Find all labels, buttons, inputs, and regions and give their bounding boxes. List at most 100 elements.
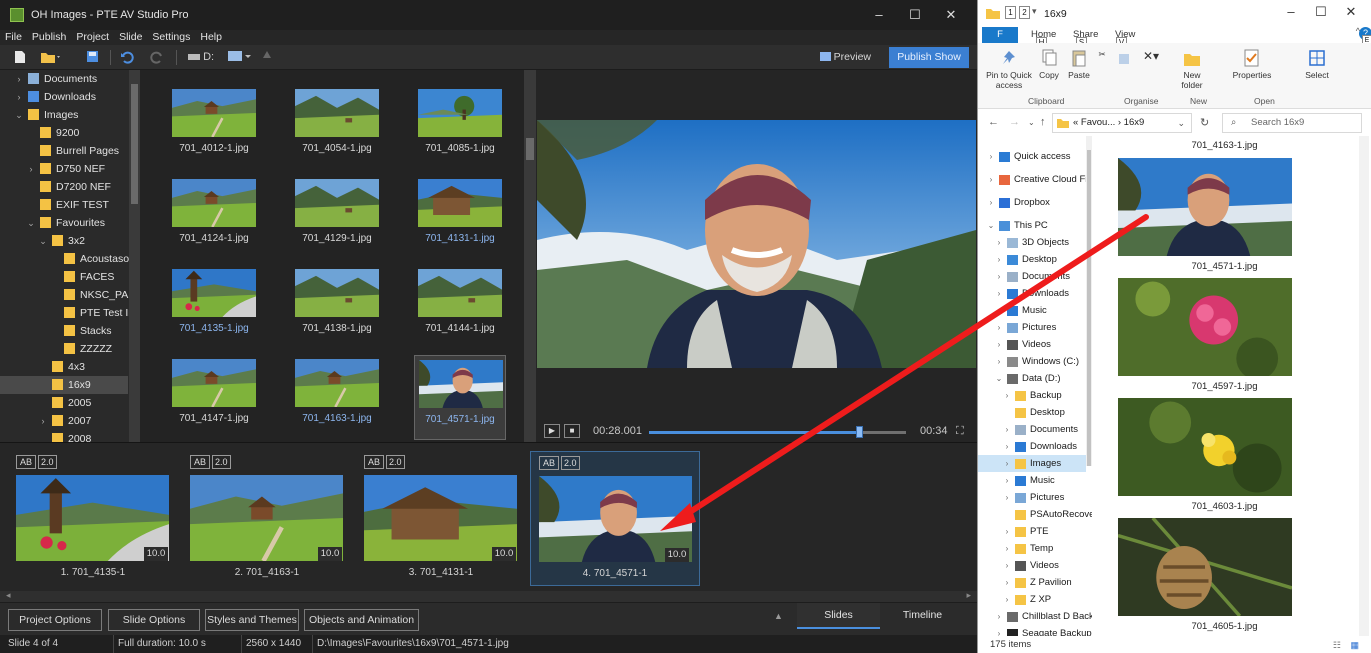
nav-expand-icon[interactable]: › [994,234,1004,251]
nav-item[interactable]: › Quick access [978,148,1086,165]
file-item-thumbnail[interactable] [1118,158,1292,256]
nav-expand-icon[interactable]: › [1002,591,1012,608]
seek-handle[interactable] [855,426,863,438]
slide-item[interactable]: AB 2.0 10.0 4. 701_4571-1 [530,451,700,586]
nav-item[interactable]: › Videos [978,336,1086,353]
thumbnails-scrollbar[interactable] [524,70,536,442]
qat-keytip-1[interactable]: 1 [1005,6,1016,19]
cut-icon[interactable]: ✂ [1094,49,1110,59]
tree-item[interactable]: Burrell Pages [0,142,128,160]
nav-expand-icon[interactable]: › [994,353,1004,370]
menu-file[interactable]: File [0,30,27,45]
close-button[interactable]: ✕ [933,0,969,30]
nav-item[interactable]: › Downloads [978,438,1086,455]
file-item-name[interactable]: 701_4605-1.jpg [1092,621,1357,632]
tree-item[interactable]: › 2007 [0,412,128,430]
nav-expand-icon[interactable]: › [1002,523,1012,540]
nav-item[interactable]: › Documents [978,421,1086,438]
save-icon[interactable] [86,50,99,65]
explorer-minimize-button[interactable]: – [1276,4,1306,20]
nav-item[interactable]: ⌄ This PC [978,217,1086,234]
menu-slide[interactable]: Slide [114,30,147,45]
delete-icon[interactable]: ✕▾ [1142,50,1160,62]
tree-item[interactable]: Stacks [0,322,128,340]
nav-expand-icon[interactable]: › [1002,489,1012,506]
nav-item[interactable]: › PTE [978,523,1086,540]
thumbnail-item[interactable]: 701_4085-1.jpg [414,85,506,170]
nav-expand-icon[interactable]: › [1002,557,1012,574]
nav-expand-icon[interactable]: › [994,302,1004,319]
qat-keytip-2[interactable]: 2 [1019,6,1030,19]
tree-expand-icon[interactable]: › [14,88,24,106]
slide-duration[interactable]: 10.0 [318,547,342,561]
tree-item[interactable]: Acoustasonic [0,250,140,268]
copy-button[interactable]: Copy [1036,49,1062,80]
nav-item[interactable]: ⌄ Data (D:) [978,370,1086,387]
slide-options-button[interactable]: Slide Options [108,609,200,631]
tree-scrollbar-thumb[interactable] [131,84,138,204]
seek-bar[interactable] [649,431,906,434]
objects-and-animation-button[interactable]: Objects and Animation [304,609,419,631]
file-item-name[interactable]: 701_4163-1.jpg [1092,140,1357,151]
address-dropdown-icon[interactable]: ⌄ [1177,114,1185,132]
nav-item[interactable]: › Z Pavilion [978,574,1086,591]
undo-icon[interactable] [120,50,134,65]
nav-item[interactable]: › Documents [978,268,1086,285]
nav-expand-icon[interactable]: › [1002,438,1012,455]
search-input[interactable]: ⌕ Search 16x9 [1222,113,1362,133]
nav-item[interactable]: › Downloads [978,285,1086,302]
pin-to-quick-access-button[interactable]: Pin to Quick access [984,49,1034,90]
fullscreen-icon[interactable]: ⛶ [956,425,964,438]
tab-file[interactable]: F [982,27,1018,43]
slide-transition-duration[interactable]: 2.0 [561,456,580,470]
explorer-maximize-button[interactable]: ☐ [1306,4,1336,20]
new-folder-button[interactable]: New folder [1174,49,1210,90]
menu-publish[interactable]: Publish [27,30,71,45]
nav-item[interactable]: › Music [978,472,1086,489]
slide-item[interactable]: AB 2.0 10.0 3. 701_4131-1 [356,451,526,586]
nav-item[interactable]: › Seagate Backup Pl [978,625,1092,636]
file-item-name[interactable]: 701_4603-1.jpg [1092,501,1357,512]
tree-item[interactable]: › Documents [0,70,128,88]
menu-settings[interactable]: Settings [147,30,195,45]
redo-icon[interactable] [150,50,164,65]
nav-expand-icon[interactable]: › [1002,387,1012,404]
thumbnail-item[interactable]: 701_4135-1.jpg [168,265,260,350]
recent-dropdown-icon[interactable]: ⌄ [1028,118,1035,127]
tree-item[interactable]: EXIF TEST [0,196,128,214]
slide-duration[interactable]: 10.0 [665,548,689,562]
nav-expand-icon[interactable]: › [1002,421,1012,438]
nav-expand-icon[interactable]: › [994,336,1004,353]
up-arrow-icon[interactable] [262,50,272,65]
nav-item[interactable]: › Videos [978,557,1086,574]
tree-item[interactable]: ZZZZZ [0,340,128,358]
tree-item[interactable]: › D750 NEF [0,160,128,178]
tree-item[interactable]: ⌄ Favourites [0,214,128,232]
slide-ab-badge[interactable]: AB [364,455,385,469]
nav-item[interactable]: › Desktop [978,251,1086,268]
nav-expand-icon[interactable]: › [994,285,1004,302]
thumbnail-item[interactable]: 701_4138-1.jpg [291,265,383,350]
slide-ab-badge[interactable]: AB [16,455,37,469]
tree-item[interactable]: ⌄ Images [0,106,128,124]
slide-ab-badge[interactable]: AB [190,455,211,469]
thumbnail-item[interactable]: 701_4131-1.jpg [414,175,506,260]
tree-expand-icon[interactable]: › [38,412,48,430]
nav-expand-icon[interactable]: › [1002,472,1012,489]
nav-item[interactable]: Desktop [978,404,1086,421]
large-icons-view-icon[interactable]: ▦ [1350,640,1359,651]
nav-item[interactable]: › Dropbox [978,194,1086,211]
details-view-icon[interactable]: ☷ [1333,640,1341,651]
nav-item[interactable]: › Pictures [978,489,1086,506]
menu-help[interactable]: Help [195,30,227,45]
paste-button[interactable]: Paste [1066,49,1092,80]
nav-expand-icon[interactable]: › [994,251,1004,268]
tree-expand-icon[interactable]: ⌄ [14,106,24,124]
nav-expand-icon[interactable]: › [1002,455,1012,472]
thumbnail-item[interactable]: 701_4147-1.jpg [168,355,260,440]
refresh-icon[interactable]: ↻ [1200,116,1209,129]
nav-item[interactable]: › Pictures [978,319,1086,336]
tree-expand-icon[interactable]: ⌄ [26,214,36,232]
tree-item[interactable]: D7200 NEF [0,178,128,196]
tree-item[interactable]: NKSC_PARAM [0,286,140,304]
